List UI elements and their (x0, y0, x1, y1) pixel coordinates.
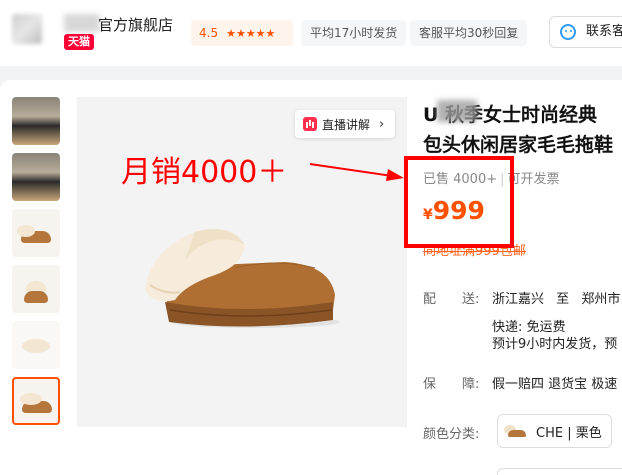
live-explain-button[interactable]: 直播讲解 › (295, 110, 395, 138)
color-option-che[interactable]: CHE | 栗色 (497, 414, 612, 448)
store-rating: 4.5 ★★★★★ (191, 20, 293, 46)
invoice-label: 可开发票 (507, 172, 560, 187)
monthly-sales-annotation: 月销4000＋ (121, 155, 288, 190)
thumbnail-2[interactable] (12, 153, 60, 201)
route-to-word: 至 (556, 292, 570, 307)
thumbnail-4[interactable] (12, 265, 60, 313)
fur-icon (20, 393, 42, 405)
store-name[interactable]: 官方旗舰店 (98, 14, 173, 35)
chat-icon (560, 24, 576, 40)
annotation-highlight-box (404, 156, 514, 248)
thumbnail-6-selected[interactable] (12, 377, 60, 425)
shipping-eta: 预计9小时内发货，预 (492, 337, 618, 352)
rating-value: 4.5 (199, 26, 219, 40)
tmall-badge: 天猫 (64, 34, 94, 50)
service-speed-tag: 客服平均30秒回复 (410, 20, 528, 46)
shoe-icon (24, 291, 48, 303)
slipper-image (145, 228, 340, 328)
rating-stars-icon: ★★★★★ (226, 26, 276, 40)
live-icon (303, 117, 317, 131)
guarantee-label: 保 障: (423, 377, 480, 392)
shipping-label: 配 送: (423, 292, 480, 307)
guarantee-value[interactable]: 假一赔四 退货宝 极速 (492, 373, 617, 392)
next-option-box[interactable] (497, 468, 622, 475)
contact-label: 联系客服 (586, 24, 622, 39)
thumbnail-1[interactable] (12, 97, 60, 145)
thumbnail-5[interactable] (12, 321, 60, 369)
annotation-arrow-icon (309, 163, 404, 181)
route-to: 郑州市 (581, 292, 621, 307)
color-option-label: CHE | 栗色 (536, 425, 602, 441)
slipper-thumb-icon (504, 423, 526, 439)
live-label: 直播讲解 (322, 117, 371, 132)
route-from: 浙江嘉兴 (492, 292, 545, 307)
fur-icon (22, 339, 50, 353)
contact-service-button[interactable]: 联系客服 (549, 16, 622, 48)
blurred-brand (64, 14, 100, 32)
chevron-right-icon: › (379, 116, 385, 132)
thumbnail-3[interactable] (12, 209, 60, 257)
shipping-route[interactable]: 浙江嘉兴 至 郑州市 (492, 288, 620, 307)
color-label: 颜色分类: (423, 427, 480, 442)
blurred-brand-title (437, 100, 477, 122)
product-title-line2: 包头休闲居家毛毛拖鞋 (423, 134, 614, 156)
store-logo[interactable] (12, 14, 42, 44)
store-header: 官方旗舰店 天猫 4.5 ★★★★★ 平均17小时发货 客服平均30秒回复 联系… (0, 0, 622, 66)
shipping-speed-tag: 平均17小时发货 (301, 20, 407, 46)
fur-icon (17, 225, 35, 237)
